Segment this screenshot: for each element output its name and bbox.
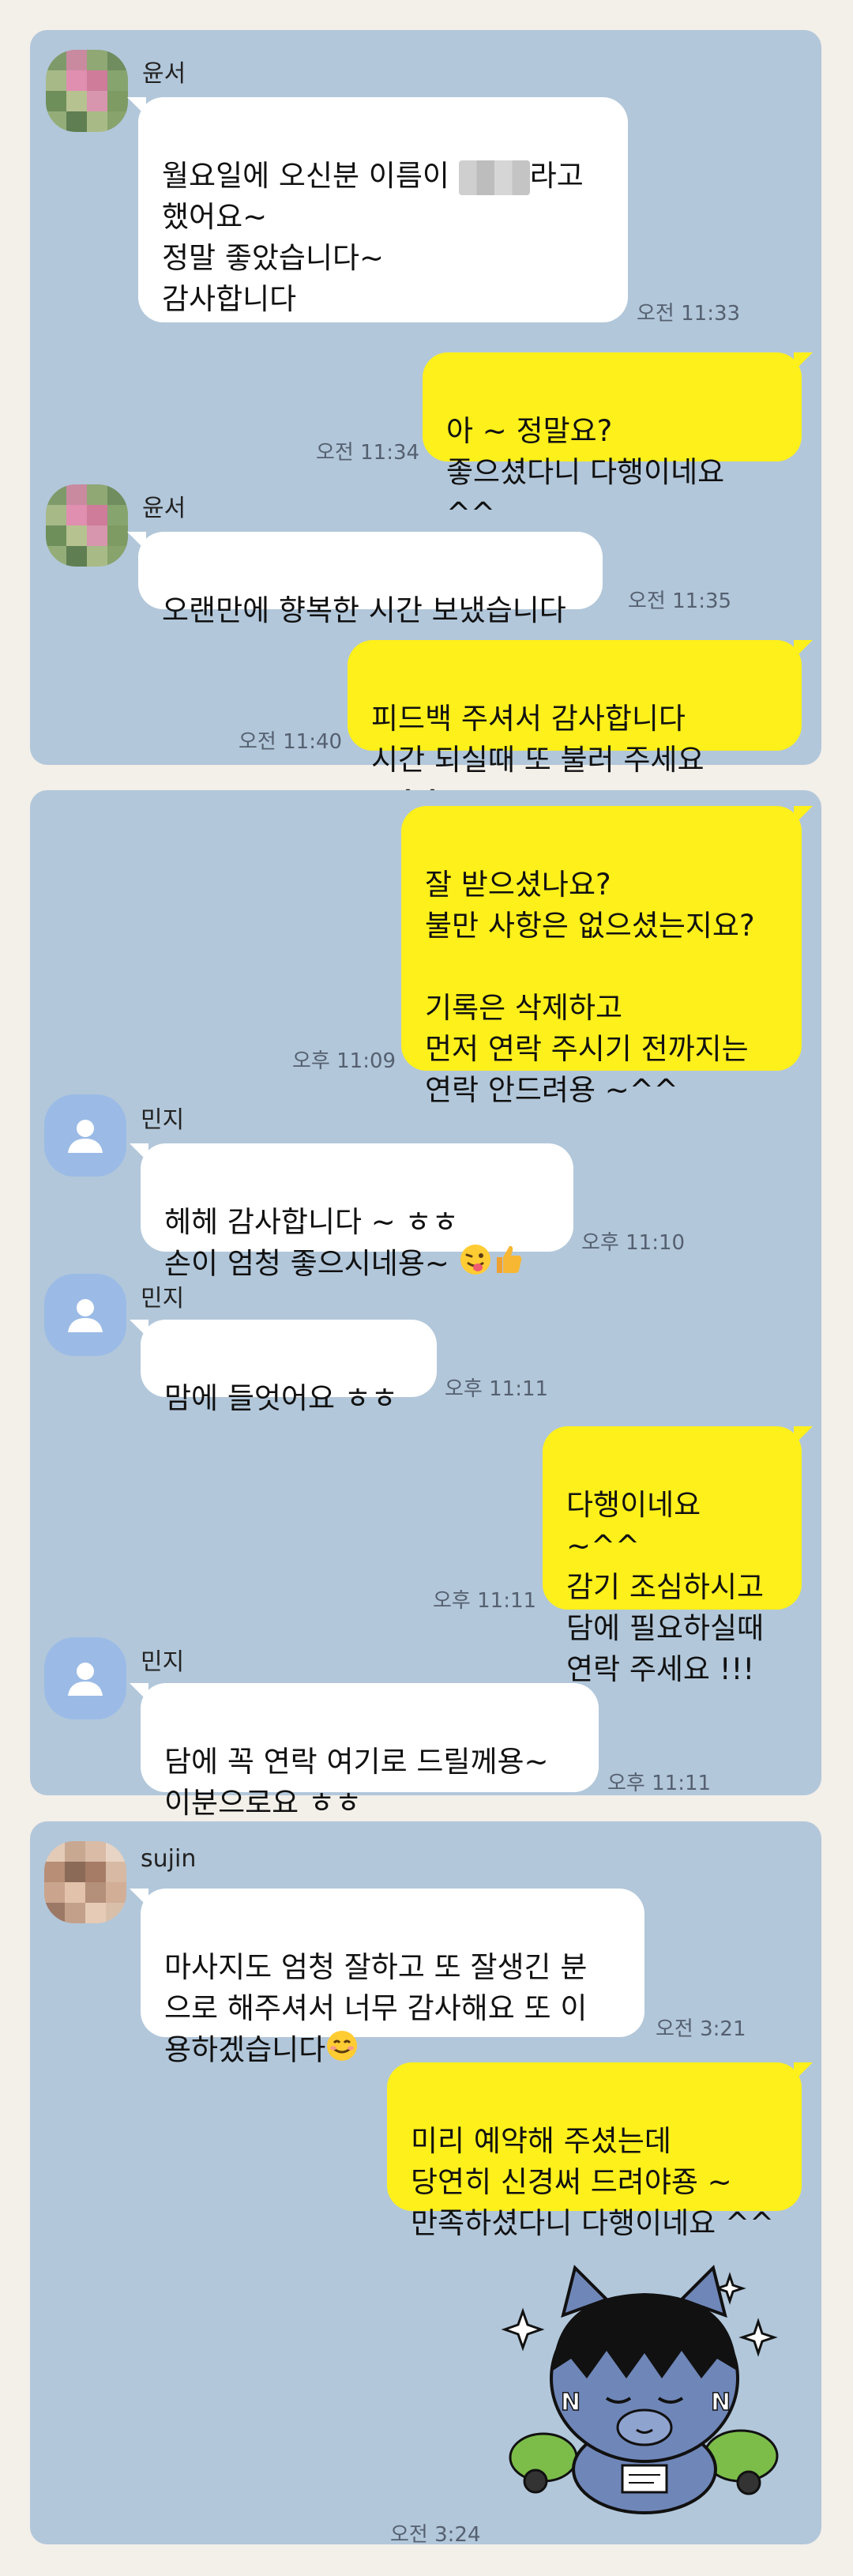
blurred-profile-photo <box>46 484 128 567</box>
message-text: 다행이네요 ~^^ 감기 조심하시고 담에 필요하실때 연락 주세요 !!! <box>566 1488 765 1686</box>
outgoing-message-bubble[interactable]: 잘 받으셨나요? 불만 사항은 없으셨는지요? 기록은 삭제하고 먼저 연락 주… <box>401 806 813 1107</box>
chat-panel-1: 윤서 월요일에 오신분 이름이 라고 했어요~ 정말 좋았습니다~ 감사합니다 … <box>30 30 821 818</box>
default-profile-icon <box>68 1663 103 1696</box>
sender-name: 민지 <box>141 1648 185 1676</box>
message-time: 오전 11:33 <box>637 302 741 326</box>
default-profile-icon <box>68 1299 103 1332</box>
message-time: 오후 11:11 <box>607 1772 712 1795</box>
avatar-sujin[interactable] <box>44 1841 126 1923</box>
chat-panel-2: 잘 받으셨나요? 불만 사항은 없으셨는지요? 기록은 삭제하고 먼저 연락 주… <box>30 790 821 1820</box>
message-text: 오랜만에 향복한 시간 보냈습니다 <box>162 593 566 627</box>
avatar-yunseo[interactable] <box>46 50 128 132</box>
chat-panel-3: sujin 마사지도 엄청 잘하고 또 잘생긴 분 으로 해주셔서 너무 감사해… <box>30 1821 821 2547</box>
redacted-name <box>458 160 530 195</box>
outgoing-message-bubble[interactable]: 아 ~ 정말요? 좋으셨다니 다행이네요 ^^ <box>423 352 813 530</box>
message-time: 오후 11:09 <box>292 1049 396 1073</box>
sender-name: 윤서 <box>142 60 186 88</box>
message-time: 오전 3:24 <box>390 2523 481 2547</box>
message-time: 오후 11:10 <box>581 1231 686 1255</box>
message-text: 손이 엄청 좋으시네용~ <box>164 1246 459 1281</box>
outgoing-message-bubble[interactable]: 피드백 주셔서 감사합니다 시간 되실때 또 불러 주세요 ~^^ <box>348 640 813 818</box>
avatar-yunseo[interactable] <box>46 484 128 567</box>
message-time: 오후 11:11 <box>433 1589 537 1613</box>
sender-name: sujin <box>141 1845 197 1873</box>
thumbs-up-emoji <box>492 1243 524 1287</box>
smiling-emoji <box>325 2029 359 2073</box>
incoming-message-bubble[interactable]: 맘에 들엇어요 ㅎㅎ <box>130 1320 437 1415</box>
outgoing-message-bubble[interactable]: 미리 예약해 주셨는데 당연히 신경써 드려야죵 ~ 만족하셨다니 다행이네요 … <box>387 2062 813 2240</box>
message-time: 오후 11:11 <box>445 1377 549 1401</box>
message-text: 마사지도 엄청 잘하고 또 잘생긴 분 으로 해주셔서 너무 감사해요 또 이 … <box>164 1950 588 2067</box>
message-time: 오전 11:34 <box>316 441 420 465</box>
message-text: 월요일에 오신분 이름이 <box>162 159 459 193</box>
message-time: 오전 3:21 <box>656 2017 746 2041</box>
avatar-minji[interactable] <box>44 1637 126 1719</box>
incoming-message-bubble[interactable]: 오랜만에 향복한 시간 보냈습니다 <box>127 532 603 627</box>
message-text: 잘 받으셨나요? 불만 사항은 없으셨는지요? 기록은 삭제하고 먼저 연락 주… <box>425 868 755 1107</box>
outgoing-message-bubble[interactable]: 다행이네요 ~^^ 감기 조심하시고 담에 필요하실때 연락 주세요 !!! <box>543 1426 813 1686</box>
message-text: 미리 예약해 주셨는데 당연히 신경써 드려야죵 ~ 만족하셨다니 다행이네요 … <box>411 2124 774 2240</box>
sender-name: 윤서 <box>142 495 186 522</box>
svg-text:N: N <box>561 2389 581 2416</box>
character-sticker[interactable]: N N <box>488 2252 804 2517</box>
message-text: 담에 꼭 연락 여기로 드릴께용~ 이분으로요 ㅎㅎ <box>164 1745 549 1820</box>
incoming-message-bubble[interactable]: 담에 꼭 연락 여기로 드릴께용~ 이분으로요 ㅎㅎ <box>130 1683 599 1820</box>
message-time: 오전 11:35 <box>628 589 732 613</box>
message-text: 헤헤 감사합니다 ~ ㅎㅎ <box>164 1205 459 1239</box>
default-profile-icon <box>68 1120 103 1153</box>
svg-text:N: N <box>711 2389 731 2416</box>
sender-name: 민지 <box>141 1285 185 1312</box>
blurred-profile-photo <box>44 1841 126 1923</box>
incoming-message-bubble[interactable]: 마사지도 엄청 잘하고 또 잘생긴 분 으로 해주셔서 너무 감사해요 또 이 … <box>130 1889 644 2067</box>
avatar-minji[interactable] <box>44 1274 126 1356</box>
avatar-minji[interactable] <box>44 1094 126 1177</box>
message-time: 오전 11:40 <box>239 730 343 754</box>
sender-name: 민지 <box>141 1106 185 1134</box>
incoming-message-bubble[interactable]: 월요일에 오신분 이름이 라고 했어요~ 정말 좋았습니다~ 감사합니다 <box>127 97 628 322</box>
message-text: 맘에 들엇어요 ㅎㅎ <box>164 1381 398 1415</box>
winking-tongue-emoji <box>459 1243 492 1287</box>
blurred-profile-photo <box>46 50 128 132</box>
incoming-message-bubble[interactable]: 헤헤 감사합니다 ~ ㅎㅎ 손이 엄청 좋으시네용~ <box>130 1143 573 1281</box>
message-text: 아 ~ 정말요? 좋으셨다니 다행이네요 ^^ <box>446 414 725 530</box>
